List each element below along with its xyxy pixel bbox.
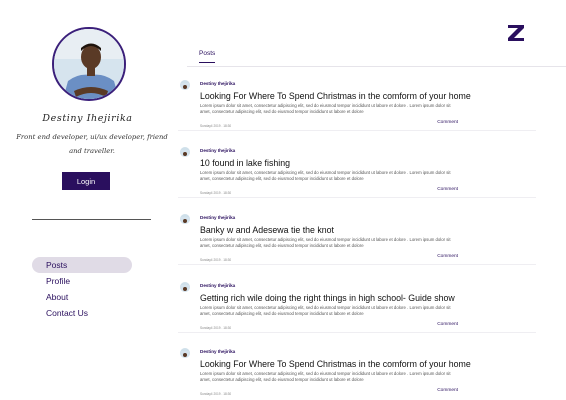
post-card[interactable]: Destiny Ihejirika Getting rich wile doin… (178, 280, 536, 333)
post-author: Destiny Ihejirika (200, 283, 236, 288)
post-body: Lorem ipsum dolor sit amet, consectetur … (200, 371, 451, 383)
post-date: Sunday4 2019 . 18:30 (200, 258, 232, 262)
nav-item-profile[interactable]: Profile (32, 273, 132, 289)
post-date: Sunday4 2019 . 18:30 (200, 191, 232, 195)
post-author-avatar (180, 80, 190, 90)
post-body: Lorem ipsum dolor sit amet, consectetur … (200, 103, 451, 115)
sidebar: Destiny Ihejirika Front end developer, u… (0, 0, 168, 400)
post-body: Lorem ipsum dolor sit amet, consectetur … (200, 237, 451, 249)
nav-item-contact-us[interactable]: Contact Us (32, 305, 132, 321)
comment-link[interactable]: Comment (437, 322, 458, 327)
post-body: Lorem ipsum dolor sit amet, consectetur … (200, 305, 451, 317)
post-author: Destiny Ihejirika (200, 349, 236, 354)
post-card[interactable]: Destiny Ihejirika Looking For Where To S… (178, 78, 536, 131)
post-author: Destiny Ihejirika (200, 215, 236, 220)
tab-posts[interactable]: Posts (199, 50, 216, 63)
comment-link[interactable]: Comment (437, 388, 458, 393)
tabs-bar: Posts (187, 45, 566, 67)
post-author: Destiny Ihejirika (200, 148, 236, 153)
nav-item-posts[interactable]: Posts (32, 257, 132, 273)
post-title[interactable]: Banky w and Adesewa tie the knot (200, 225, 334, 235)
login-button[interactable]: Login (62, 172, 110, 190)
post-author-avatar (180, 214, 190, 224)
z-logo-icon[interactable] (507, 24, 525, 42)
profile-bio: Front end developer, ui/ux developer, fr… (16, 133, 168, 155)
post-title[interactable]: Looking For Where To Spend Christmas in … (200, 359, 471, 369)
post-author-avatar (180, 282, 190, 292)
profile-name: Destiny Ihejirika (42, 113, 133, 124)
post-card[interactable]: Destiny Ihejirika 10 found in lake fishi… (178, 145, 536, 198)
post-card[interactable]: Destiny Ihejirika Banky w and Adesewa ti… (178, 212, 536, 265)
post-date: Sunday4 2019 . 18:30 (200, 326, 232, 330)
post-title[interactable]: Looking For Where To Spend Christmas in … (200, 91, 471, 101)
post-title[interactable]: Getting rich wile doing the right things… (200, 293, 455, 303)
comment-link[interactable]: Comment (437, 187, 458, 192)
nav-item-about[interactable]: About (32, 289, 132, 305)
sidebar-nav: Posts Profile About Contact Us (32, 257, 132, 321)
post-title[interactable]: 10 found in lake fishing (200, 158, 290, 168)
post-date: Sunday4 2019 . 18:30 (200, 392, 232, 396)
sidebar-divider (32, 219, 151, 220)
post-body: Lorem ipsum dolor sit amet, consectetur … (200, 170, 451, 182)
comment-link[interactable]: Comment (437, 254, 458, 259)
post-card[interactable]: Destiny Ihejirika Looking For Where To S… (178, 346, 536, 399)
post-author-avatar (180, 147, 190, 157)
comment-link[interactable]: Comment (437, 120, 458, 125)
post-author: Destiny Ihejirika (200, 81, 236, 86)
post-author-avatar (180, 348, 190, 358)
avatar (52, 27, 126, 101)
post-date: Sunday4 2019 . 18:30 (200, 124, 232, 128)
